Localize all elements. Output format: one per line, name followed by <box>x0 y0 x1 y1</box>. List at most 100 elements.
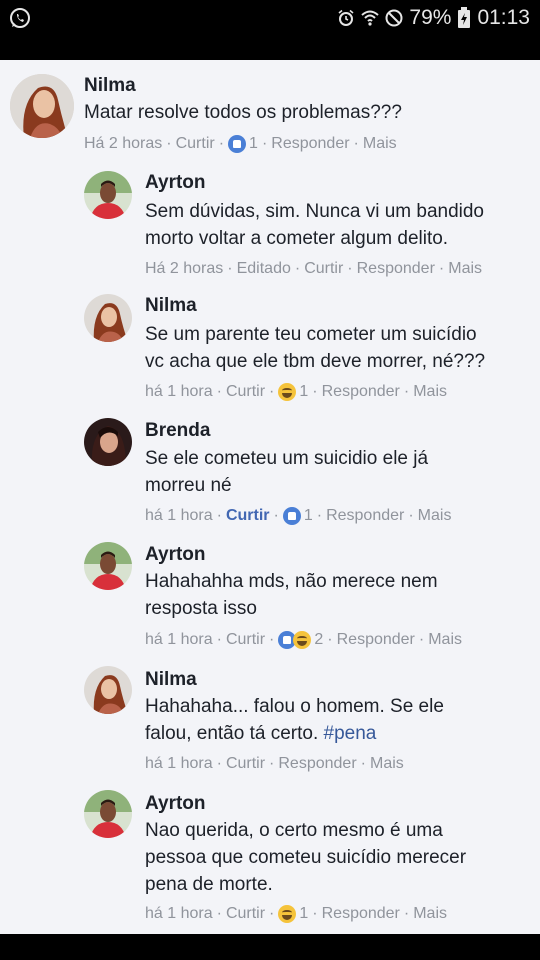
comment-time[interactable]: há 1 hora <box>145 507 213 525</box>
comment-text-line: vc acha que ele tbm deve morrer, né??? <box>145 351 486 372</box>
comment-author[interactable]: Ayrton <box>145 793 206 815</box>
comment-author[interactable]: Nilma <box>145 669 197 691</box>
clock-time: 01:13 <box>477 6 530 29</box>
like-button[interactable]: Curtir <box>226 631 265 649</box>
comment-time[interactable]: há 1 hora <box>145 383 213 401</box>
battery-percent: 79% <box>409 6 452 29</box>
do-not-disturb-icon <box>385 9 403 27</box>
separator: · <box>403 905 410 922</box>
comment-time[interactable]: há 1 hora <box>145 905 213 923</box>
separator: · <box>438 260 445 277</box>
reply-button[interactable]: Responder <box>271 135 349 153</box>
separator: · <box>218 135 225 152</box>
navigation-bar <box>0 934 540 960</box>
like-button[interactable]: Curtir <box>226 507 270 525</box>
reply-button[interactable]: Responder <box>322 905 400 923</box>
like-button[interactable]: Curtir <box>226 905 265 923</box>
comment-author[interactable]: Ayrton <box>145 544 206 566</box>
comment-text: Se ele cometeu um suicidio ele já morreu… <box>145 445 535 499</box>
comment-text-line: pessoa que cometeu suicídio merecer <box>145 847 467 868</box>
comment-text: Matar resolve todos os problemas??? <box>84 99 524 126</box>
comments-thread: Nilma Matar resolve todos os problemas??… <box>0 60 540 934</box>
separator: · <box>269 383 275 400</box>
separator: · <box>273 507 279 524</box>
separator: · <box>316 507 323 524</box>
like-button[interactable]: Curtir <box>176 135 215 153</box>
avatar[interactable] <box>84 790 132 838</box>
status-bar: 79% 01:13 <box>0 0 540 36</box>
more-button[interactable]: Mais <box>418 507 452 525</box>
separator: · <box>216 755 222 772</box>
reply-button[interactable]: Responder <box>326 507 404 525</box>
avatar[interactable] <box>84 418 132 466</box>
comment-author[interactable]: Nilma <box>84 75 136 97</box>
reply-button[interactable]: Responder <box>337 631 415 649</box>
haha-reaction-icon[interactable] <box>293 631 312 649</box>
separator: · <box>216 383 222 400</box>
haha-reaction-icon[interactable] <box>278 905 297 923</box>
comment-text-line: Sem dúvidas, sim. Nunca vi um bandido <box>145 201 484 222</box>
avatar[interactable] <box>84 666 132 714</box>
status-bar-gap <box>0 36 540 60</box>
more-button[interactable]: Mais <box>370 755 404 773</box>
reaction-count[interactable]: 2 <box>314 631 323 649</box>
comment-time[interactable]: Há 2 horas <box>145 260 223 278</box>
hashtag-link[interactable]: #pena <box>324 723 377 744</box>
comment-text-line: resposta isso <box>145 598 257 619</box>
wifi-icon <box>361 8 380 28</box>
comment-time[interactable]: há 1 hora <box>145 631 213 649</box>
comment-meta: há 1 hora · Curtir · 1 · Responder · Mai… <box>145 383 447 401</box>
like-button[interactable]: Curtir <box>226 383 265 401</box>
comment-meta: Há 2 horas · Editado · Curtir · Responde… <box>145 260 482 278</box>
more-button[interactable]: Mais <box>413 905 447 923</box>
more-button[interactable]: Mais <box>413 383 447 401</box>
whatsapp-icon <box>8 6 32 30</box>
separator: · <box>216 905 222 922</box>
comment-text-line: Se um parente teu cometer um suicídio <box>145 324 477 345</box>
reaction-count[interactable]: 1 <box>299 905 308 923</box>
reply-button[interactable]: Responder <box>357 260 435 278</box>
avatar[interactable] <box>84 542 132 590</box>
separator: · <box>312 383 318 400</box>
reaction-count[interactable]: 1 <box>249 135 258 153</box>
comment-author[interactable]: Ayrton <box>145 172 206 194</box>
avatar[interactable] <box>84 171 132 219</box>
alarm-icon <box>337 9 355 27</box>
comment-time[interactable]: Há 2 horas <box>84 135 162 153</box>
comment-author[interactable]: Nilma <box>145 295 197 317</box>
reply-button[interactable]: Responder <box>322 383 400 401</box>
separator: · <box>353 135 359 152</box>
separator: · <box>216 631 222 648</box>
reaction-count[interactable]: 1 <box>299 383 308 401</box>
like-reaction-icon[interactable] <box>228 135 247 153</box>
edited-label[interactable]: Editado <box>237 260 291 278</box>
comment-time[interactable]: há 1 hora <box>145 755 213 773</box>
avatar[interactable] <box>84 294 132 342</box>
avatar[interactable] <box>10 74 74 138</box>
comment-meta: há 1 hora · Curtir · 1 · Responder · Mai… <box>145 507 451 525</box>
comment-author[interactable]: Brenda <box>145 420 210 442</box>
separator: · <box>360 755 366 772</box>
like-button[interactable]: Curtir <box>304 260 343 278</box>
separator: · <box>408 507 414 524</box>
separator: · <box>227 260 233 277</box>
separator: · <box>312 905 318 922</box>
comment-text-line: pena de morte. <box>145 874 273 895</box>
comment-meta: há 1 hora · Curtir · 1 · Responder · Mai… <box>145 905 447 923</box>
like-reaction-icon[interactable] <box>282 507 301 525</box>
more-button[interactable]: Mais <box>363 135 397 153</box>
comment-text: Se um parente teu cometer um suicídio vc… <box>145 321 535 375</box>
like-button[interactable]: Curtir <box>226 755 265 773</box>
comment-text-line: Hahahaha... falou o homem. Se ele <box>145 696 444 717</box>
comment-text: Nao querida, o certo mesmo é uma pessoa … <box>145 817 535 898</box>
more-button[interactable]: Mais <box>428 631 462 649</box>
reply-button[interactable]: Responder <box>278 755 356 773</box>
comment-text-line: Hahahahha mds, não merece nem <box>145 571 438 592</box>
separator: · <box>269 755 275 772</box>
reaction-count[interactable]: 1 <box>304 507 313 525</box>
comment-text-line: morreu né <box>145 475 232 496</box>
comment-meta: há 1 hora · Curtir · Responder · Mais <box>145 755 404 773</box>
more-button[interactable]: Mais <box>448 260 482 278</box>
haha-reaction-icon[interactable] <box>278 383 297 401</box>
separator: · <box>269 905 275 922</box>
